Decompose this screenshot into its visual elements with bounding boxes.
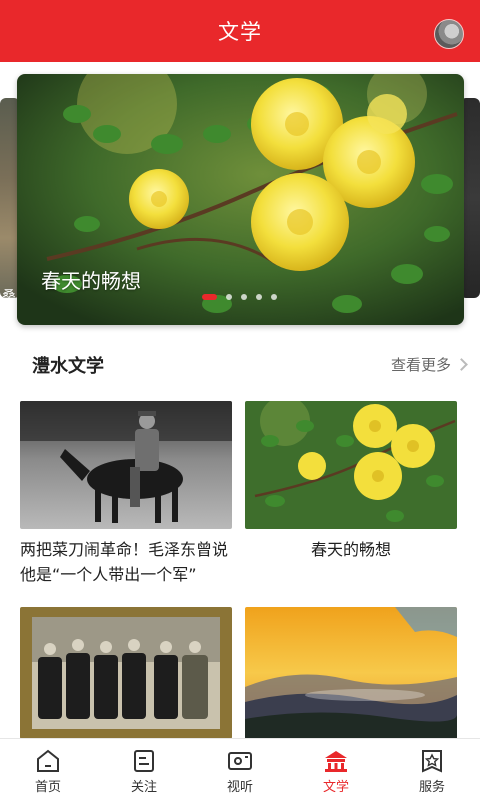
article-title: 春天的畅想 — [310, 540, 391, 559]
article-card[interactable] — [20, 607, 232, 739]
section-header: 澧水文学 查看更多 — [0, 334, 480, 392]
article-card[interactable]: 两把菜刀闹革命！毛泽东曾说他是“一个人带出一个军” — [20, 401, 232, 587]
tab-home[interactable]: 首页 — [0, 739, 96, 800]
carousel-dots — [202, 294, 277, 300]
chevron-right-icon — [455, 358, 468, 371]
carousel-dot[interactable] — [241, 294, 247, 300]
literature-icon — [325, 751, 347, 772]
tab-video[interactable]: 视听 — [192, 739, 288, 800]
tab-label: 文学 — [322, 780, 349, 795]
carousel-dot[interactable] — [271, 294, 277, 300]
tab-service[interactable]: 服务 — [384, 739, 480, 800]
tab-label: 视听 — [226, 780, 253, 795]
follow-icon — [134, 750, 154, 772]
tab-label: 首页 — [34, 780, 61, 795]
bottom-tab-bar: 首页 关注 视听 文学 服务 — [0, 738, 480, 800]
page-title: 文学 — [218, 20, 262, 44]
banner-carousel[interactable]: 桑 春天的畅想 — [0, 62, 480, 334]
section-title: 澧水文学 — [32, 356, 104, 377]
article-thumbnail — [245, 401, 457, 529]
home-icon — [37, 749, 59, 772]
article-card[interactable] — [245, 607, 457, 739]
article-thumbnail — [245, 607, 457, 739]
article-thumbnail — [20, 607, 232, 739]
carousel-dot-active[interactable] — [202, 294, 217, 300]
app-root: 文学 桑 春天的畅想 澧水文学 查看更多 两把菜刀闹革命！毛泽东曾说他是“一个人… — [0, 0, 480, 800]
tab-literature[interactable]: 文学 — [288, 739, 384, 800]
tab-label: 关注 — [130, 780, 157, 795]
view-more-link[interactable]: 查看更多 — [390, 354, 468, 375]
video-icon — [228, 752, 252, 770]
carousel-dot[interactable] — [256, 294, 262, 300]
user-avatar[interactable] — [434, 19, 464, 49]
article-thumbnail — [20, 401, 232, 529]
top-bar: 文学 — [0, 0, 480, 62]
banner-prev-peek-text: 桑 — [2, 289, 16, 305]
carousel-dot[interactable] — [226, 294, 232, 300]
article-title: 两把菜刀闹革命！毛泽东曾说他是“一个人带出一个军” — [20, 540, 229, 584]
service-icon — [422, 750, 442, 773]
view-more-label: 查看更多 — [390, 356, 451, 374]
banner-slide[interactable]: 春天的畅想 — [17, 74, 464, 325]
tab-follow[interactable]: 关注 — [96, 739, 192, 800]
tab-label: 服务 — [418, 780, 445, 795]
banner-caption: 春天的畅想 — [41, 269, 141, 293]
article-card[interactable]: 春天的畅想 — [245, 401, 457, 562]
